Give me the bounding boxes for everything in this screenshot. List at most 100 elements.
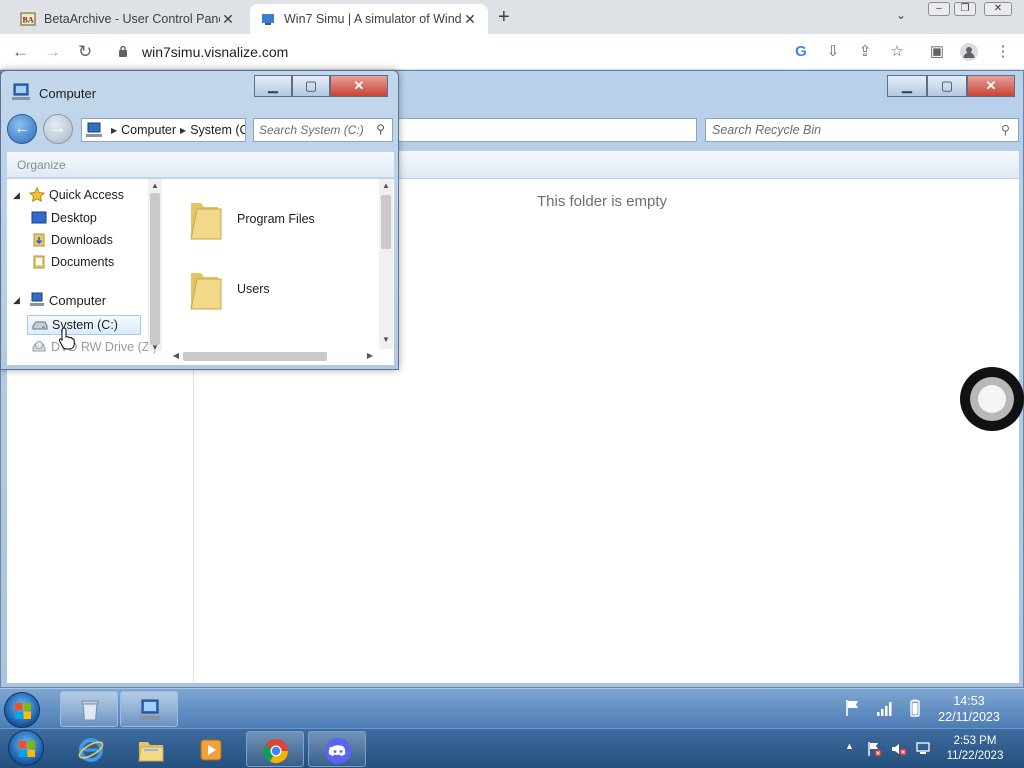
host-taskbar: ▲ 2:53 PM 11/22/2023 [0,728,1024,768]
taskbar-computer[interactable] [120,691,178,727]
minimize-button[interactable]: ▁ [254,75,292,97]
address-bar[interactable]: win7simu.visnalize.com [142,44,288,60]
bookmark-star-icon[interactable]: ☆ [888,43,906,61]
nav-downloads[interactable]: Downloads [31,232,113,248]
maximize-button[interactable]: ▢ [292,75,330,97]
scroll-down-arrow-icon[interactable]: ▼ [379,335,393,344]
scroll-up-arrow-icon[interactable]: ▲ [148,181,162,190]
scroll-right-arrow-icon[interactable]: ▶ [363,351,377,360]
star-icon [29,187,45,203]
scrollbar-thumb[interactable] [183,352,327,361]
computer-icon [30,292,44,306]
computer-window: Computer ▁ ▢ ✕ ← → ▶ Computer ▶ System (… [0,70,399,370]
nav-scrollbar[interactable]: ▲ ▼ [148,179,162,352]
tab-close-icon[interactable]: ✕ [220,11,236,28]
search-input[interactable]: Search System (C:) ⚲ [253,118,393,142]
address-bar[interactable]: ▶ Computer ▶ System (C:) [81,118,246,142]
taskbar-file-explorer[interactable] [122,731,180,767]
share-icon[interactable]: ⇪ [856,43,874,61]
nav-label: Desktop [51,211,97,225]
nav-system-c[interactable]: System (C:) [27,315,141,335]
loading-spinner-icon [960,367,1024,431]
sim-clock-date: 22/11/2023 [938,710,1000,724]
empty-folder-message: This folder is empty [537,193,668,210]
window-title: Computer [39,86,97,101]
reload-icon[interactable]: ↻ [78,42,92,62]
forward-button[interactable]: → [43,114,73,144]
battery-icon[interactable] [906,699,924,717]
minimize-button[interactable]: ▁ [887,75,927,97]
tab-betaarchive[interactable]: BA BetaArchive - User Control Panel ✕ [10,4,246,34]
taskbar-chrome[interactable] [246,731,304,767]
nav-documents[interactable]: Documents [31,254,114,270]
organize-button[interactable]: Organize [17,158,66,172]
network-icon[interactable] [915,741,931,757]
taskbar-discord[interactable] [308,731,366,767]
nav-label: Computer [49,292,107,308]
search-placeholder: Search Recycle Bin [712,123,822,137]
search-input[interactable]: Search Recycle Bin ⚲ [705,118,1019,142]
nav-computer[interactable]: ◢ Computer [13,292,107,308]
nav-label: Quick Access [49,188,125,202]
start-button[interactable] [4,692,40,728]
close-button[interactable]: ✕ [967,75,1015,97]
recycle-bin-icon [81,700,99,721]
volume-muted-icon[interactable] [891,741,907,757]
action-center-flag-icon[interactable] [844,699,862,717]
scroll-up-arrow-icon[interactable]: ▲ [379,181,393,190]
search-icon[interactable]: ⚲ [376,122,385,136]
expand-arrow-icon[interactable]: ◢ [13,295,20,306]
breadcrumb-arrow-icon[interactable]: ▶ [180,126,186,135]
host-clock-date: 11/22/2023 [946,750,1004,762]
navigation-pane: ◢ Quick Access Desktop Downloads Documen… [7,179,162,365]
forward-arrow-icon[interactable]: → [44,42,61,62]
search-icon[interactable]: ⚲ [1001,122,1010,137]
host-start-button[interactable] [8,730,44,766]
back-button[interactable]: ← [7,114,37,144]
maximize-button[interactable]: ▢ [927,75,967,97]
profile-avatar-icon[interactable] [960,43,978,61]
new-tab-button[interactable]: + [498,6,510,29]
tab-search-chevron-icon[interactable]: ⌄ [896,8,906,22]
scroll-left-arrow-icon[interactable]: ◀ [169,351,183,360]
show-hidden-icons-button[interactable]: ▲ [845,741,854,751]
breadcrumb-arrow-icon[interactable]: ▶ [111,126,117,135]
sim-clock[interactable]: 14:53 22/11/2023 [930,693,1008,725]
chrome-menu-icon[interactable]: ⋮ [994,43,1012,61]
horizontal-scrollbar[interactable]: ◀ ▶ [165,349,380,363]
network-signal-icon[interactable] [876,699,894,717]
scroll-down-arrow-icon[interactable]: ▼ [148,343,162,352]
breadcrumb-system-c[interactable]: System (C:) [190,123,245,137]
tab-close-icon[interactable]: ✕ [462,11,478,28]
close-button[interactable]: ✕ [330,75,388,97]
back-arrow-icon[interactable]: ← [12,42,29,62]
hand-cursor-icon [58,327,75,350]
scrollbar-thumb[interactable] [150,193,160,345]
tab-win7simu[interactable]: Win7 Simu | A simulator of Windows 7 ✕ [250,4,488,34]
action-center-warning-icon[interactable] [866,741,882,757]
folder-program-files[interactable]: Program Files [187,197,315,241]
google-icon[interactable]: G [792,43,810,61]
taskbar-internet-explorer[interactable] [62,731,120,767]
close-browser-button[interactable]: ✕ [984,2,1012,16]
nav-dvd-drive[interactable]: DVD RW Drive (Z:) [31,339,157,355]
nav-quick-access[interactable]: ◢ Quick Access [13,187,125,203]
install-app-icon[interactable]: ⇩ [824,43,842,61]
nav-desktop[interactable]: Desktop [31,210,97,226]
nav-label: Documents [51,255,115,269]
computer-icon [12,83,30,100]
restore-browser-button[interactable]: ❐ [954,2,976,16]
breadcrumb-computer[interactable]: Computer [121,123,176,137]
file-scrollbar[interactable]: ▲ ▼ [379,179,393,349]
scrollbar-thumb[interactable] [381,195,391,249]
taskbar-recycle-bin[interactable] [60,691,118,727]
side-panel-icon[interactable]: ▣ [928,43,946,61]
dvd-drive-icon [32,341,46,352]
folder-users[interactable]: Users [187,267,270,311]
expand-arrow-icon[interactable]: ◢ [13,190,20,201]
minimize-browser-button[interactable]: – [928,2,950,16]
host-clock[interactable]: 2:53 PM 11/22/2023 [940,734,1010,764]
taskbar-media-player[interactable] [182,731,240,767]
tab-title: BetaArchive - User Control Panel [44,12,220,26]
lock-icon[interactable] [118,45,128,57]
